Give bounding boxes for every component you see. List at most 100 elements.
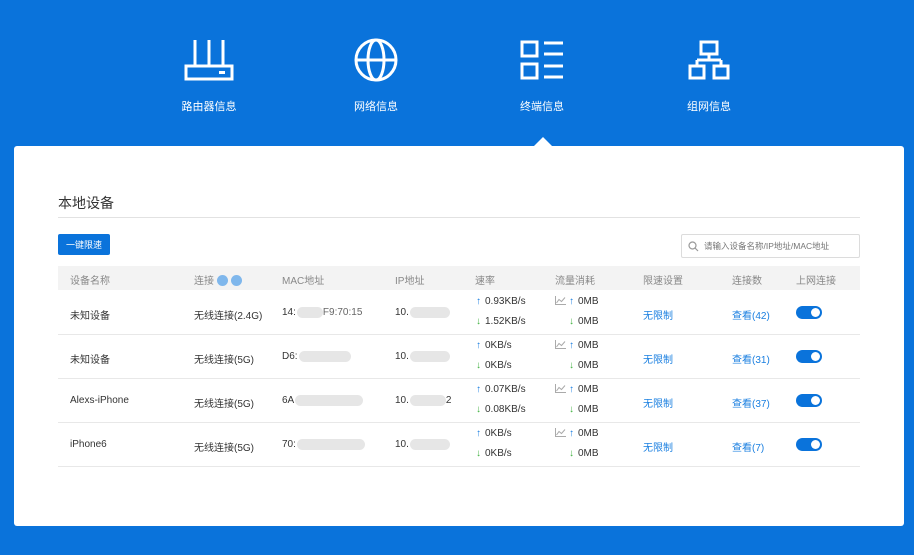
col-rate: 速率: [475, 276, 495, 287]
search-box[interactable]: [681, 234, 860, 258]
internet-access-toggle[interactable]: [796, 306, 822, 319]
arrow-up-icon: ↑: [476, 384, 481, 395]
nav-router-label: 路由器信息: [181, 101, 237, 113]
device-name: Alexs-iPhone: [70, 395, 129, 406]
arrow-down-icon: ↓: [476, 360, 481, 371]
download-rate: ↓ 0.08KB/s: [476, 404, 526, 415]
ip-address: 10.: [395, 351, 450, 362]
download-traffic: ↓ 0MB: [569, 448, 599, 459]
col-traffic: 流量消耗: [555, 276, 595, 287]
mac-address: D6:: [282, 351, 351, 362]
nav-network-info[interactable]: 网络信息: [316, 34, 436, 114]
connection-type: 无线连接(5G): [194, 399, 254, 410]
toggle-knob: [811, 396, 820, 405]
redaction-blur: [296, 439, 365, 450]
col-mac: MAC地址: [282, 276, 325, 287]
router-icon: [149, 34, 269, 86]
mac-address: 14: F9:70:15: [282, 307, 363, 319]
connection-type: 无线连接(5G): [194, 443, 254, 454]
table-row: 未知设备 无线连接(2.4G) 14: F9:70:15 10. ↑ 0.93KB/…: [58, 291, 860, 335]
connection-type: 无线连接(2.4G): [194, 311, 263, 322]
search-input[interactable]: [704, 241, 854, 251]
connections-link[interactable]: 查看(37): [732, 395, 770, 410]
speed-limit-link[interactable]: 无限制: [643, 439, 673, 454]
top-navigation: 路由器信息 网络信息 终端信息 组网信息: [0, 0, 914, 146]
download-traffic: ↓ 0MB: [569, 316, 599, 327]
upload-traffic: ↑ 0MB: [555, 296, 599, 307]
table-row: 未知设备 无线连接(5G) D6: 10. ↑ 0KB/s ↓ 0KB/s ↑ 0MB…: [58, 335, 860, 379]
divider: [58, 217, 860, 218]
nav-group-label: 组网信息: [687, 101, 731, 113]
device-name: iPhone6: [70, 439, 107, 450]
topology-icon: [649, 34, 769, 86]
upload-rate: ↑ 0.93KB/s: [476, 296, 526, 307]
connection-type: 无线连接(5G): [194, 355, 254, 366]
wired-filter-icon[interactable]: [231, 275, 242, 286]
download-traffic: ↓ 0MB: [569, 404, 599, 415]
internet-access-toggle[interactable]: [796, 350, 822, 363]
speed-limit-link[interactable]: 无限制: [643, 351, 673, 366]
one-click-limit-button[interactable]: 一键限速: [58, 234, 110, 255]
redaction-blur: [409, 395, 446, 406]
col-online: 上网连接: [796, 276, 836, 287]
col-device-name: 设备名称: [70, 276, 110, 287]
upload-rate: ↑ 0KB/s: [476, 428, 512, 439]
wifi-filter-icon[interactable]: [217, 275, 228, 286]
traffic-chart-icon[interactable]: [555, 296, 566, 305]
connections-link[interactable]: 查看(7): [732, 439, 764, 454]
arrow-down-icon: ↓: [569, 404, 574, 415]
download-rate: ↓ 0KB/s: [476, 360, 512, 371]
internet-access-toggle[interactable]: [796, 438, 822, 451]
col-connections: 连接数: [732, 276, 762, 287]
mac-address: 70:: [282, 439, 365, 450]
upload-rate: ↑ 0.07KB/s: [476, 384, 526, 395]
col-ip: IP地址: [395, 276, 425, 287]
redaction-blur: [298, 351, 351, 362]
ip-address: 10. 2: [395, 395, 452, 407]
toggle-knob: [811, 440, 820, 449]
internet-access-toggle[interactable]: [796, 394, 822, 407]
list-icon: [482, 34, 602, 86]
traffic-chart-icon[interactable]: [555, 428, 566, 437]
download-traffic: ↓ 0MB: [569, 360, 599, 371]
nav-group-info[interactable]: 组网信息: [649, 34, 769, 114]
section-title: 本地设备: [58, 195, 114, 211]
globe-icon: [316, 34, 436, 86]
mac-address: 6A: [282, 395, 364, 406]
arrow-down-icon: ↓: [476, 448, 481, 459]
search-icon: [688, 240, 699, 251]
arrow-up-icon: ↑: [476, 428, 481, 439]
toggle-knob: [811, 308, 820, 317]
toggle-knob: [811, 352, 820, 361]
redaction-blur: [409, 307, 450, 318]
nav-network-label: 网络信息: [354, 101, 398, 113]
device-name: 未知设备: [70, 355, 110, 366]
redaction-blur: [296, 307, 323, 318]
table-row: iPhone6 无线连接(5G) 70: 10. ↑ 0KB/s ↓ 0KB/s ↑…: [58, 423, 860, 467]
upload-rate: ↑ 0KB/s: [476, 340, 512, 351]
nav-terminal-info[interactable]: 终端信息: [482, 34, 602, 114]
arrow-up-icon: ↑: [476, 340, 481, 351]
speed-limit-link[interactable]: 无限制: [643, 395, 673, 410]
traffic-chart-icon[interactable]: [555, 384, 566, 393]
arrow-down-icon: ↓: [476, 404, 481, 415]
col-connection: 连接: [194, 272, 242, 287]
arrow-up-icon: ↑: [569, 384, 574, 395]
traffic-chart-icon[interactable]: [555, 340, 566, 349]
arrow-down-icon: ↓: [569, 316, 574, 327]
device-name: 未知设备: [70, 311, 110, 322]
redaction-blur: [409, 439, 450, 450]
table-row: Alexs-iPhone 无线连接(5G) 6A 10. 2 ↑ 0.07KB/s …: [58, 379, 860, 423]
ip-address: 10.: [395, 307, 450, 318]
arrow-up-icon: ↑: [569, 296, 574, 307]
download-rate: ↓ 1.52KB/s: [476, 316, 526, 327]
connections-link[interactable]: 查看(31): [732, 351, 770, 366]
redaction-blur: [409, 351, 450, 362]
connections-link[interactable]: 查看(42): [732, 307, 770, 322]
device-panel: 本地设备 一键限速 设备名称 连接 MAC地址 IP地址 速率 流量消耗 限速设…: [14, 146, 904, 526]
nav-router-info[interactable]: 路由器信息: [149, 34, 269, 114]
speed-limit-link[interactable]: 无限制: [643, 307, 673, 322]
upload-traffic: ↑ 0MB: [555, 428, 599, 439]
download-rate: ↓ 0KB/s: [476, 448, 512, 459]
arrow-up-icon: ↑: [476, 296, 481, 307]
